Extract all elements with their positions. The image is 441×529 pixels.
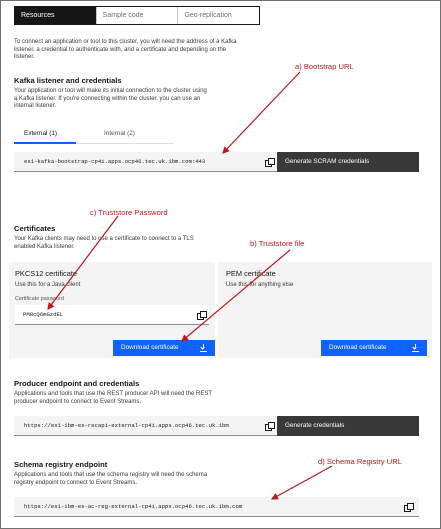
certificate-password-value: PM8cQ6mGzdEL: [23, 311, 64, 318]
kafka-line-2: a Kafka listener. If you're connecting w…: [14, 95, 201, 102]
certificate-password-field[interactable]: PM8cQ6mGzdEL: [15, 305, 209, 325]
schema-line-2: registry endpoint to connect to Event St…: [14, 479, 138, 486]
producer-line-2: producer endpoint to connect to Event St…: [14, 398, 142, 405]
schema-url-value: https://es1-ibm-es-ac-reg-external-cp4i.…: [24, 503, 243, 510]
copy-icon[interactable]: [197, 311, 207, 320]
tab-resources[interactable]: Resources: [15, 7, 97, 24]
certificates-description: Your Kafka clients may need to use a cer…: [14, 236, 274, 251]
tab-external[interactable]: External (1): [24, 128, 57, 140]
pem-title: PEM certificate: [226, 269, 276, 278]
download-pem-button[interactable]: Download certificate: [321, 340, 427, 356]
cert-line-1: Your Kafka clients may need to use a cer…: [14, 236, 194, 242]
tab-geo-replication[interactable]: Geo-replication: [178, 7, 259, 24]
annotation-schema-registry-url: d) Schema Registry URL: [318, 457, 402, 466]
pkcs12-card: PKCS12 certificate Use this for a Java c…: [9, 262, 215, 358]
copy-icon[interactable]: [265, 158, 275, 167]
listener-tabs: External (1) Internal (2): [14, 128, 174, 144]
annotation-truststore-password: c) Truststore Password: [90, 208, 168, 217]
pkcs12-description: Use this for a Java client: [15, 282, 81, 288]
top-tabs: Resources Sample code Geo-replication: [14, 6, 260, 25]
kafka-section-title: Kafka listener and credentials: [14, 76, 122, 85]
pem-description: Use this for anything else: [226, 282, 294, 288]
download-icon: [200, 344, 207, 352]
schema-title: Schema registry endpoint: [14, 460, 108, 469]
download-icon: [412, 344, 419, 352]
active-tab-indicator: [14, 142, 76, 144]
intro-line-3: listener.: [14, 54, 35, 60]
copy-icon[interactable]: [265, 422, 275, 431]
annotation-bootstrap-url: a) Bootstrap URL: [295, 62, 354, 71]
generate-scram-button[interactable]: Generate SCRAM credentials: [277, 152, 419, 172]
certificate-password-label: Certificate password: [15, 296, 64, 302]
intro-text: To connect an application or tool to thi…: [14, 39, 314, 62]
pkcs12-title: PKCS12 certificate: [15, 269, 78, 278]
annotation-truststore-file: b) Truststore file: [250, 239, 305, 248]
download-pkcs12-button[interactable]: Download certificate: [113, 340, 215, 356]
kafka-line-1: Your application or tool will make its i…: [14, 88, 207, 94]
producer-url-value: https://es1-ibm-es-recapi-external-cp4i.…: [24, 422, 229, 429]
kafka-description: Your application or tool will make its i…: [14, 88, 284, 111]
bootstrap-url-value: es1-kafka-bootstrap-cp4i.apps.ocp46.tec.…: [24, 158, 206, 165]
copy-icon[interactable]: [404, 503, 414, 512]
producer-url-field[interactable]: https://es1-ibm-es-recapi-external-cp4i.…: [14, 416, 277, 436]
download-pkcs12-label: Download certificate: [121, 344, 179, 351]
intro-line-2: listener, a credential to authenticate w…: [14, 46, 227, 53]
cert-line-2: enabled Kafka listener.: [14, 243, 75, 250]
tab-sample-code[interactable]: Sample code: [97, 7, 179, 24]
schema-url-field[interactable]: https://es1-ibm-es-ac-reg-external-cp4i.…: [14, 497, 419, 517]
tab-divider: [76, 143, 174, 144]
download-pem-label: Download certificate: [329, 344, 387, 351]
pem-card: PEM certificate Use this for anything el…: [218, 262, 432, 358]
producer-description: Applications and tools that use the REST…: [14, 391, 294, 406]
kafka-line-3: internal listener.: [14, 103, 57, 109]
producer-line-1: Applications and tools that use the REST…: [14, 391, 212, 397]
schema-line-1: Applications and tools that use the sche…: [14, 472, 208, 478]
generate-credentials-button[interactable]: Generate credentials: [277, 416, 419, 436]
schema-description: Applications and tools that use the sche…: [14, 472, 294, 487]
intro-line-1: To connect an application or tool to thi…: [14, 39, 237, 45]
bootstrap-url-field[interactable]: es1-kafka-bootstrap-cp4i.apps.ocp46.tec.…: [14, 152, 277, 172]
producer-title: Producer endpoint and credentials: [14, 379, 140, 388]
certificates-title: Certificates: [14, 224, 56, 233]
tab-internal[interactable]: Internal (2): [104, 128, 135, 140]
